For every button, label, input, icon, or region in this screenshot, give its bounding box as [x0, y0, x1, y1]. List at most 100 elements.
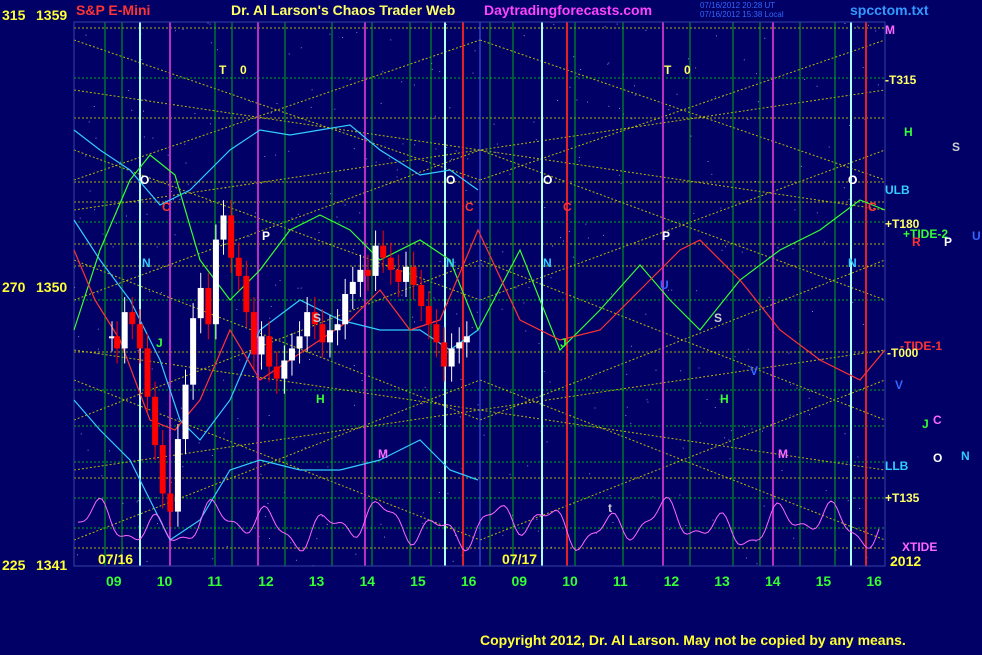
star-dot [330, 193, 332, 195]
right-marker-label: +T135 [885, 491, 920, 505]
price-bar [334, 324, 341, 331]
price-bar [349, 281, 356, 294]
star-dot [573, 56, 575, 58]
star-dot [84, 155, 86, 157]
star-dot [843, 187, 845, 189]
star-dot [279, 279, 281, 281]
star-dot [233, 202, 234, 204]
star-dot [120, 161, 121, 163]
star-dot [451, 158, 452, 160]
star-dot [616, 23, 618, 25]
star-dot [309, 359, 310, 360]
price-bar [144, 348, 151, 397]
star-dot [455, 150, 457, 152]
event-letter: S [714, 311, 722, 325]
star-dot [471, 327, 473, 329]
star-dot [88, 121, 90, 123]
star-dot [645, 313, 647, 315]
star-dot [122, 502, 124, 504]
star-dot [868, 24, 869, 26]
star-dot [729, 458, 731, 460]
star-dot [101, 475, 103, 477]
star-dot [167, 154, 169, 156]
hour-tick-label: 15 [410, 573, 426, 589]
hour-tick-label: 14 [359, 573, 375, 589]
star-dot [859, 508, 861, 509]
site-label: Daytradingforecasts.com [484, 2, 653, 18]
star-dot [102, 233, 104, 235]
right-marker-label: M [885, 23, 895, 37]
price-bar [159, 445, 166, 494]
star-dot [595, 532, 597, 534]
star-dot [695, 290, 697, 292]
star-dot [536, 519, 538, 520]
star-dot [116, 222, 117, 224]
price-bar [380, 245, 387, 258]
star-dot [185, 162, 187, 164]
star-dot [288, 53, 290, 55]
price-bar [121, 312, 128, 349]
star-dot [695, 67, 697, 69]
event-letter: N [446, 256, 455, 270]
star-dot [97, 292, 99, 294]
star-dot [359, 212, 361, 214]
star-dot [768, 296, 770, 298]
star-dot [590, 378, 592, 380]
event-letter: M [778, 447, 788, 461]
star-dot [334, 108, 336, 110]
event-letter: O [140, 173, 149, 187]
star-dot [380, 102, 382, 104]
star-dot [361, 380, 363, 381]
star-dot [336, 216, 338, 218]
star-dot [143, 110, 144, 112]
hour-tick-label: 13 [714, 573, 730, 589]
star-dot [812, 311, 813, 312]
star-dot [270, 112, 272, 114]
star-dot [800, 165, 802, 167]
star-dot [764, 37, 766, 39]
star-dot [877, 84, 879, 86]
star-dot [594, 407, 596, 409]
star-dot [549, 381, 551, 383]
star-dot [544, 207, 546, 208]
event-letter: 0 [240, 63, 247, 77]
star-dot [275, 284, 277, 286]
star-dot [676, 93, 678, 95]
star-dot [262, 424, 264, 426]
star-dot [171, 191, 173, 192]
star-dot [255, 212, 256, 214]
star-dot [439, 71, 441, 73]
event-letter: H [720, 392, 729, 406]
event-letter: S [313, 311, 321, 325]
star-dot [619, 107, 620, 109]
star-dot [563, 240, 564, 242]
star-dot [794, 209, 796, 211]
star-dot [143, 136, 145, 138]
star-dot [467, 158, 469, 160]
right-marker-label: ULB [885, 183, 910, 197]
star-dot [509, 173, 511, 175]
star-dot [446, 147, 448, 149]
star-dot [269, 317, 271, 319]
star-dot [824, 241, 825, 243]
star-dot [495, 151, 497, 153]
hour-tick-label: 16 [461, 573, 477, 589]
star-dot [382, 71, 384, 73]
hour-tick-label: 11 [613, 573, 628, 589]
star-dot [321, 515, 323, 517]
star-dot [816, 85, 818, 87]
star-dot [762, 430, 763, 432]
star-dot [384, 536, 385, 538]
star-dot [388, 157, 390, 159]
right-marker-label: N [961, 449, 970, 463]
star-dot [487, 247, 489, 248]
star-dot [355, 553, 357, 555]
star-dot [97, 328, 99, 330]
star-dot [587, 101, 588, 103]
price-bar [395, 269, 402, 282]
star-dot [433, 297, 435, 299]
star-dot [711, 173, 713, 175]
star-dot [194, 113, 196, 115]
star-dot [223, 432, 225, 434]
star-dot [264, 515, 266, 517]
